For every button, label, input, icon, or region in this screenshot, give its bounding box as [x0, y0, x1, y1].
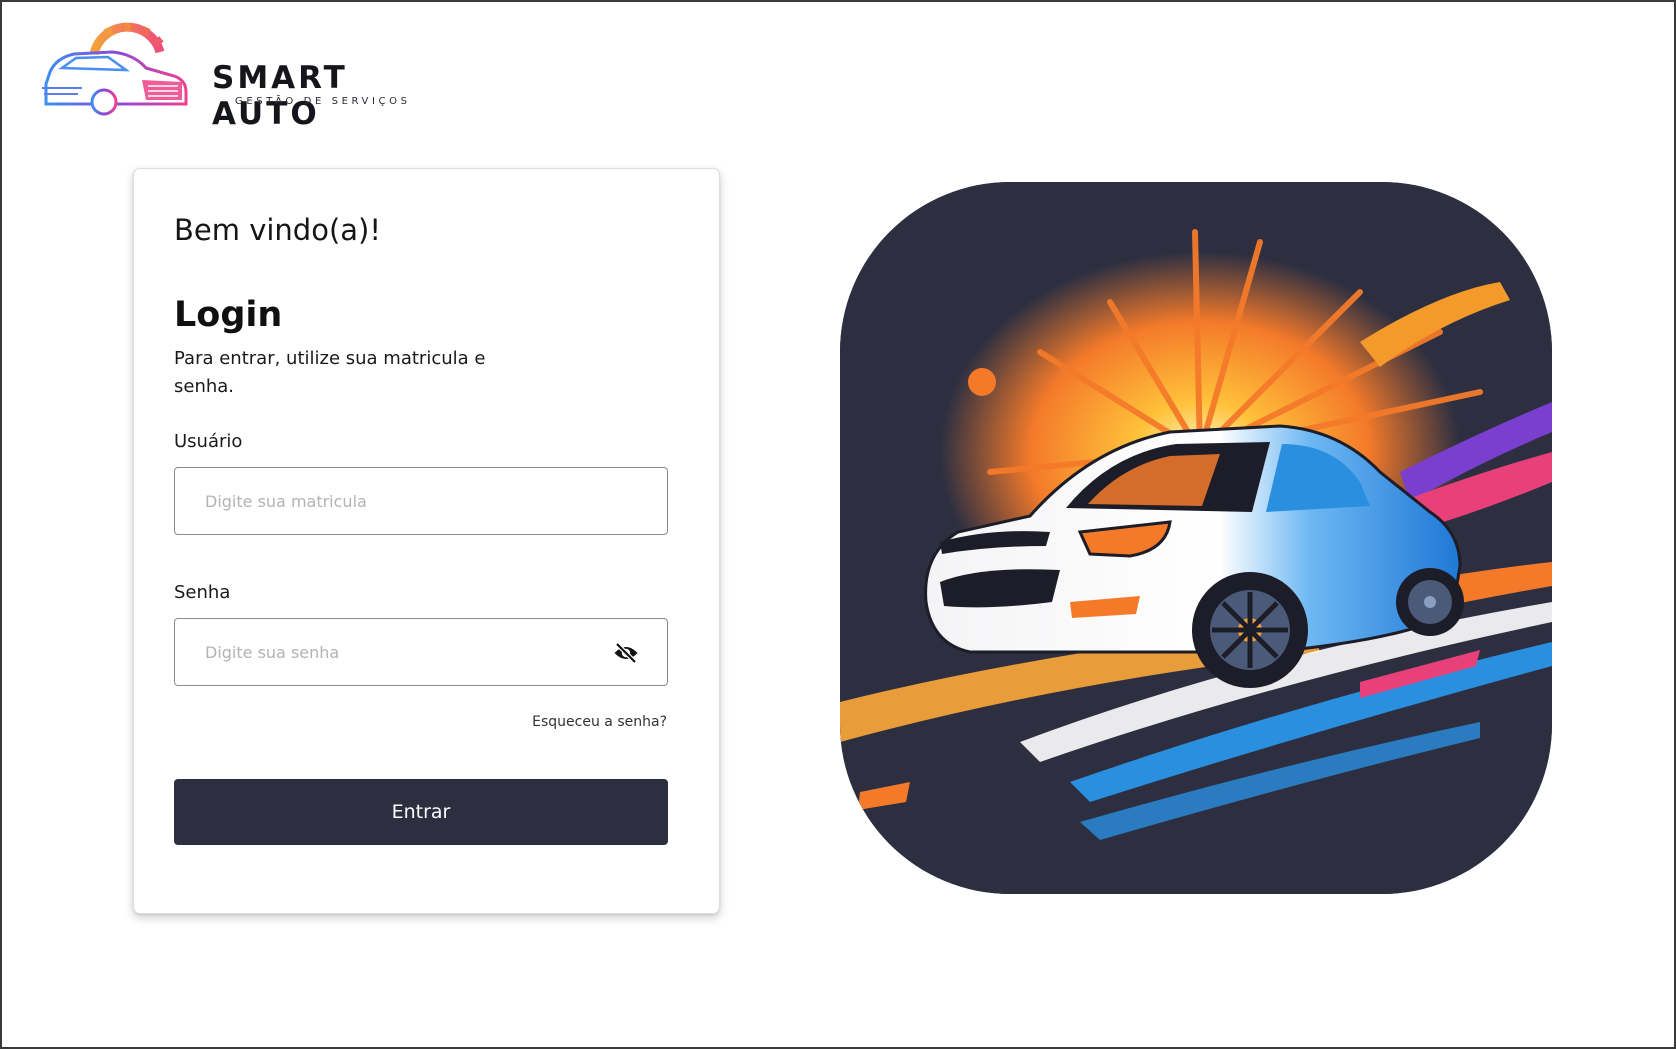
user-input[interactable] [205, 468, 605, 534]
password-visibility-toggle[interactable] [613, 640, 639, 666]
sports-car-illustration [840, 182, 1552, 894]
forgot-password-link[interactable]: Esqueceu a senha? [532, 714, 667, 730]
brand-logo: SMART AUTO GESTÃO DE SERVIÇOS [42, 22, 442, 132]
page-title: Login [174, 295, 283, 335]
welcome-heading: Bem vindo(a)! [174, 213, 381, 247]
password-field-container [174, 618, 668, 686]
password-field-label: Senha [174, 582, 231, 603]
user-field-container [174, 467, 668, 535]
brand-tagline: GESTÃO DE SERVIÇOS [235, 96, 411, 107]
password-input[interactable] [205, 619, 605, 685]
car-gear-logo-icon [42, 22, 188, 116]
hero-illustration [840, 182, 1552, 894]
login-card: Bem vindo(a)! Login Para entrar, utilize… [133, 168, 720, 914]
app-window: SMART AUTO GESTÃO DE SERVIÇOS Bem vindo(… [0, 0, 1676, 1049]
login-button[interactable]: Entrar [174, 779, 668, 845]
login-description: Para entrar, utilize sua matricula e sen… [174, 348, 486, 397]
eye-off-icon [614, 642, 638, 664]
user-field-label: Usuário [174, 431, 243, 452]
